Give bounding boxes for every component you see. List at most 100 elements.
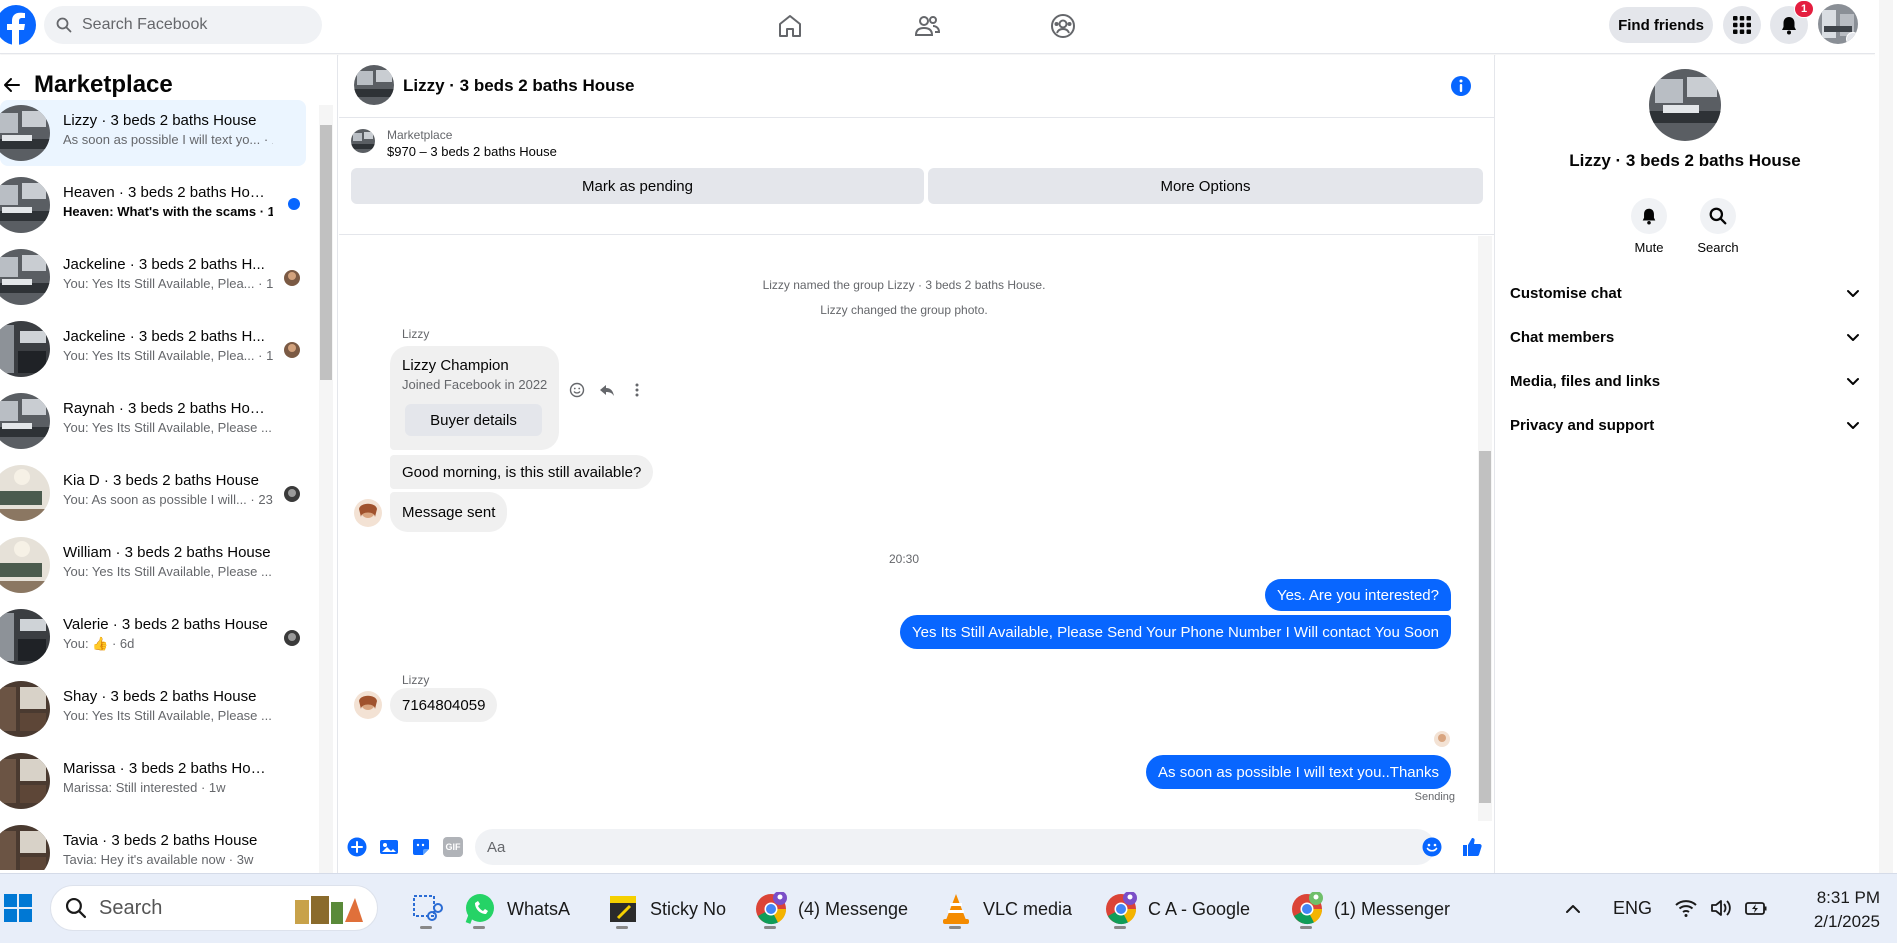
listing-thumbnail [0,105,50,161]
conversation-item[interactable]: Valerie · 3 beds 2 baths House You: 👍 · 6… [0,604,306,670]
outgoing-message[interactable]: As soon as possible I will text you..Tha… [1146,755,1451,789]
language-indicator[interactable]: ENG [1613,898,1652,919]
sender-name: Lizzy [402,327,430,341]
scrollbar-thumb[interactable] [320,125,332,380]
reply-icon[interactable] [599,382,615,398]
media-files-links-row[interactable]: Media, files and links [1510,363,1860,399]
taskbar-app-snipping[interactable] [410,886,454,932]
chat-members-row[interactable]: Chat members [1510,319,1860,355]
chat-panel: Lizzy · 3 beds 2 baths House Marketplace… [339,55,1495,873]
bell-icon [1642,208,1656,225]
conversation-item[interactable]: Raynah · 3 beds 2 baths House You: Yes It… [0,388,306,454]
more-vertical-icon[interactable] [629,382,645,398]
seen-avatar [284,486,300,502]
taskbar-app-sticky-notes[interactable]: Sticky No [606,886,726,932]
system-message: Lizzy changed the group photo. [820,303,988,317]
chevron-down-icon [1847,290,1859,297]
conversation-name: Raynah · 3 beds 2 baths House [63,400,273,417]
listing-thumbnail[interactable] [351,129,375,153]
customise-chat-row[interactable]: Customise chat [1510,275,1860,311]
chat-title[interactable]: Lizzy · 3 beds 2 baths House [403,76,634,96]
sticker-icon[interactable] [411,837,431,857]
conversation-snippet: As soon as possible I will text yo... · … [63,132,273,147]
chrome-icon [1290,891,1324,929]
sender-name: Lizzy [402,673,430,687]
menu-grid-icon[interactable] [1723,6,1761,44]
conversation-item[interactable]: William · 3 beds 2 baths House You: Yes I… [0,532,306,598]
conversation-item[interactable]: Jackeline · 3 beds 2 baths H... You: Yes … [0,244,306,310]
taskbar-app-chrome-messenger[interactable]: (4) Messenge [754,886,908,932]
gif-icon[interactable]: GIF [443,837,463,857]
conversation-snippet: Heaven: What's with the scams · 1m [63,204,273,219]
conversation-item[interactable]: Shay · 3 beds 2 baths House You: Yes Its … [0,676,306,742]
emoji-icon[interactable] [1422,837,1442,857]
back-arrow-icon[interactable] [0,73,24,97]
volume-icon[interactable] [1710,898,1732,918]
battery-charging-icon[interactable] [1744,898,1768,918]
taskbar-app-vlc[interactable]: VLC media [939,886,1072,932]
conversation-name: Heaven · 3 beds 2 baths House [63,184,273,201]
buyer-details-button[interactable]: Buyer details [405,404,542,436]
home-icon[interactable] [774,10,806,42]
show-hidden-icons-chevron-up-icon[interactable] [1564,900,1582,918]
conversation-item[interactable]: Kia D · 3 beds 2 baths House You: As soon… [0,460,306,526]
facebook-search-input[interactable] [82,16,302,34]
mark-as-pending-button[interactable]: Mark as pending [351,168,924,204]
facebook-logo-icon[interactable] [0,4,36,46]
conversation-item[interactable]: Marissa · 3 beds 2 baths House Marissa: S… [0,748,306,814]
conversation-item[interactable]: Lizzy · 3 beds 2 baths House As soon as p… [0,100,306,166]
info-icon[interactable] [1449,74,1473,98]
system-clock[interactable]: 8:31 PM 2/1/2025 [1780,886,1880,934]
windows-start-icon[interactable] [4,894,32,922]
message-input[interactable] [475,829,1435,865]
find-friends-button[interactable]: Find friends [1609,7,1713,43]
conversation-snippet: Marissa: Still interested · 1w [63,780,226,795]
wifi-icon[interactable] [1675,898,1697,918]
chrome-icon [754,891,788,929]
outgoing-message[interactable]: Yes. Are you interested? [1264,579,1451,611]
privacy-support-row[interactable]: Privacy and support [1510,407,1860,443]
facebook-search[interactable] [44,6,322,44]
chat-avatar[interactable] [354,65,394,105]
friends-icon[interactable] [911,10,943,42]
photo-icon[interactable] [379,837,399,857]
system-message: Lizzy named the group Lizzy · 3 beds 2 b… [762,278,1046,292]
plus-circle-icon[interactable] [347,837,367,857]
sender-avatar[interactable] [354,499,382,527]
conversation-snippet: You: Yes Its Still Available, Please ...… [63,564,273,579]
taskbar-search[interactable] [50,885,378,931]
account-avatar[interactable] [1818,4,1858,44]
react-smiley-icon[interactable] [569,382,585,398]
like-thumbs-up-icon[interactable] [1461,836,1483,858]
outgoing-message[interactable]: Yes Its Still Available, Please Send You… [899,615,1451,649]
incoming-message[interactable]: 7164804059 [390,688,498,722]
listing-thumbnail [0,465,50,521]
conversation-item[interactable]: Tavia · 3 beds 2 baths House Tavia: Hey i… [0,820,306,870]
groups-icon[interactable] [1047,10,1079,42]
chat-profile-photo[interactable] [1649,69,1721,141]
sidebar-scrollbar[interactable] [316,105,336,875]
listing-thumbnail [0,537,50,593]
seen-avatar [284,630,300,646]
listing-price-title[interactable]: $970 – 3 beds 2 baths House [387,144,557,159]
conversation-list: Lizzy · 3 beds 2 baths House As soon as p… [0,100,312,870]
page-scrollbar[interactable] [1875,0,1897,873]
conversation-item[interactable]: Jackeline · 3 beds 2 baths H... You: Yes … [0,316,306,382]
more-options-button[interactable]: More Options [928,168,1483,204]
app-label: Sticky No [650,898,727,919]
message-status: Sending [1414,791,1455,803]
conversation-item[interactable]: Heaven · 3 beds 2 baths House Heaven: Wha… [0,172,306,238]
taskbar-app-chrome-messenger-2[interactable]: (1) Messenger [1290,886,1450,932]
snipping-tool-icon [410,892,444,929]
incoming-message[interactable]: Good morning, is this still available? [390,455,654,489]
mute-label: Mute [1634,240,1664,255]
search-in-chat-action[interactable]: Search [1688,198,1748,255]
sender-avatar[interactable] [354,691,382,719]
mute-action[interactable]: Mute [1619,198,1679,255]
scrollbar-thumb[interactable] [1479,451,1491,803]
taskbar-app-whatsapp[interactable]: WhatsA [463,886,570,932]
taskbar-search-input[interactable] [99,896,249,920]
taskbar-app-chrome-google[interactable]: C A - Google [1104,886,1250,932]
chat-scrollbar[interactable] [1476,236,1494,821]
incoming-message[interactable]: Message sent [390,492,508,532]
